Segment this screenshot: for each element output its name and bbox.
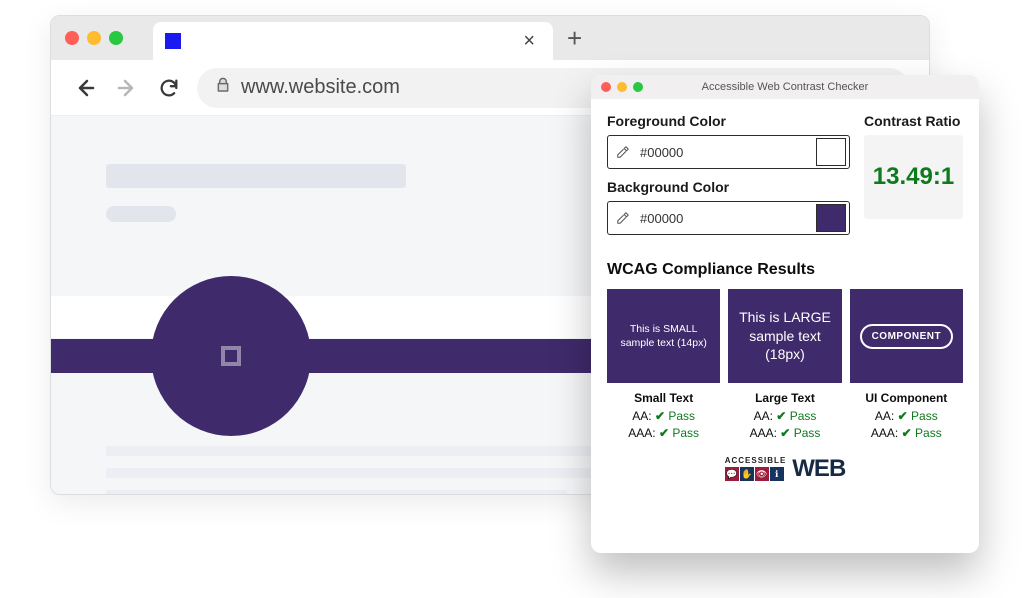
skeleton-circle (151, 276, 311, 436)
foreground-label: Foreground Color (607, 113, 850, 129)
contrast-checker-window: Accessible Web Contrast Checker Foregrou… (591, 75, 979, 553)
result-tile-large: This is LARGE sample text (18px) Large T… (728, 289, 841, 443)
check-icon: ✔ (776, 409, 786, 423)
eyedropper-icon (616, 211, 630, 225)
eye-icon: 👁 (755, 467, 769, 481)
skeleton-heading (106, 164, 406, 188)
foreground-group: Foreground Color (607, 113, 850, 169)
ratio-value: 13.49:1 (873, 163, 954, 191)
eyedropper-icon (616, 145, 630, 159)
result-tile-component: COMPONENT UI Component AA: ✔ Pass AAA: ✔… (850, 289, 963, 443)
square-icon (221, 346, 241, 366)
check-icon: ✔ (655, 409, 665, 423)
aa-row: AA: ✔ Pass (607, 409, 720, 423)
logo-left: ACCESSIBLE 💬 ✋ 👁 ℹ (725, 457, 787, 481)
ratio-block: Contrast Ratio 13.49:1 (864, 113, 963, 245)
window-traffic-lights (65, 31, 123, 45)
result-tile-small: This is SMALL sample text (14px) Small T… (607, 289, 720, 443)
check-icon: ✔ (898, 409, 908, 423)
back-button[interactable] (71, 74, 99, 102)
background-field (607, 201, 850, 235)
tile-label: UI Component (850, 391, 963, 405)
aaa-row: AAA: ✔ Pass (607, 426, 720, 440)
background-group: Background Color (607, 179, 850, 235)
background-input[interactable] (638, 202, 816, 234)
ratio-label: Contrast Ratio (864, 113, 963, 129)
foreground-swatch[interactable] (816, 138, 846, 166)
skeleton-pill (106, 206, 176, 222)
tile-label: Small Text (607, 391, 720, 405)
results-header: WCAG Compliance Results (607, 261, 963, 279)
foreground-input[interactable] (638, 136, 816, 168)
arrow-left-icon (73, 76, 97, 100)
checker-window-title: Accessible Web Contrast Checker (591, 81, 979, 93)
reload-icon (158, 77, 180, 99)
ratio-box: 13.49:1 (864, 135, 963, 219)
lock-icon (215, 76, 231, 99)
hand-icon: ✋ (740, 467, 754, 481)
new-tab-button[interactable]: + (567, 23, 582, 54)
logo-web-text: WEB (792, 457, 845, 481)
sample-large-text: This is LARGE sample text (18px) (728, 289, 841, 383)
color-inputs: Foreground Color Background Color (607, 113, 850, 245)
eyedropper-button[interactable] (608, 136, 638, 168)
sample-small-text: This is SMALL sample text (14px) (607, 289, 720, 383)
logo-icons: 💬 ✋ 👁 ℹ (725, 467, 787, 481)
aaa-row: AAA: ✔ Pass (728, 426, 841, 440)
check-icon: ✔ (902, 426, 912, 440)
logo-accessible-text: ACCESSIBLE (725, 457, 787, 465)
tile-label: Large Text (728, 391, 841, 405)
check-icon: ✔ (659, 426, 669, 440)
check-icon: ✔ (780, 426, 790, 440)
browser-tab[interactable]: × (153, 22, 553, 60)
browser-tabbar: × + (51, 16, 929, 60)
checker-body: Foreground Color Background Color (591, 99, 979, 489)
component-pill: COMPONENT (860, 324, 954, 349)
checker-titlebar: Accessible Web Contrast Checker (591, 75, 979, 99)
background-label: Background Color (607, 179, 850, 195)
url-text: www.website.com (241, 76, 400, 99)
minimize-window-icon[interactable] (87, 31, 101, 45)
speech-icon: 💬 (725, 467, 739, 481)
aa-row: AA: ✔ Pass (850, 409, 963, 423)
eyedropper-button[interactable] (608, 202, 638, 234)
close-window-icon[interactable] (65, 31, 79, 45)
close-tab-icon[interactable]: × (517, 30, 541, 53)
checker-top-row: Foreground Color Background Color (607, 113, 963, 245)
reload-button[interactable] (155, 74, 183, 102)
arrow-right-icon (115, 76, 139, 100)
aaa-row: AAA: ✔ Pass (850, 426, 963, 440)
tab-favicon-icon (165, 33, 181, 49)
sample-component: COMPONENT (850, 289, 963, 383)
maximize-window-icon[interactable] (109, 31, 123, 45)
background-swatch[interactable] (816, 204, 846, 232)
person-icon: ℹ (770, 467, 784, 481)
skeleton-line (106, 490, 567, 495)
forward-button[interactable] (113, 74, 141, 102)
results-row: This is SMALL sample text (14px) Small T… (607, 289, 963, 443)
foreground-field (607, 135, 850, 169)
aa-row: AA: ✔ Pass (728, 409, 841, 423)
accessible-web-logo: ACCESSIBLE 💬 ✋ 👁 ℹ WEB (607, 457, 963, 481)
